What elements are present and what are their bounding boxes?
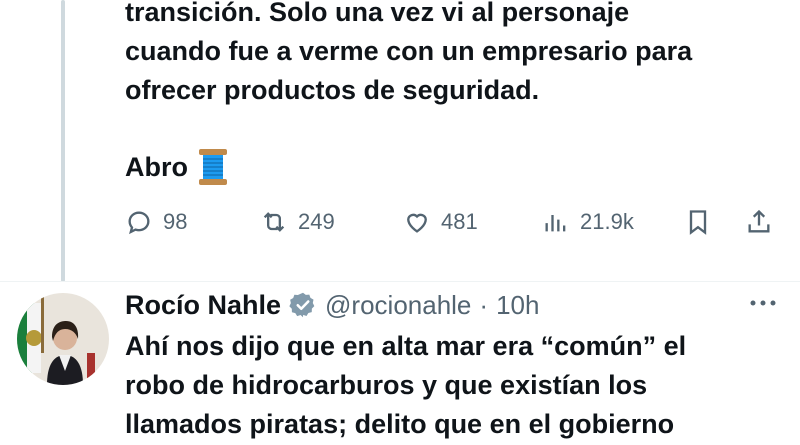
bookmark-icon <box>689 210 707 235</box>
repost-button[interactable]: 249 <box>260 200 335 244</box>
verified-badge-icon <box>289 292 315 318</box>
tweet-text-line: ofrecer productos de seguridad. <box>125 75 540 105</box>
more-options-button[interactable] <box>746 288 780 318</box>
bookmark-button[interactable] <box>684 200 712 244</box>
repost-count: 249 <box>298 209 335 234</box>
author-name[interactable]: Rocío Nahle <box>125 290 281 321</box>
tweet-actions-bar: 98 249 481 21.9k <box>125 200 780 244</box>
reply-count: 98 <box>163 209 188 234</box>
tweet-timestamp[interactable]: 10h <box>496 290 539 321</box>
views-chart-icon <box>545 215 566 232</box>
abro-line: Abro <box>125 147 228 187</box>
share-icon <box>748 209 770 233</box>
avatar[interactable] <box>17 293 109 385</box>
author-handle[interactable]: @rocionahle <box>325 290 471 321</box>
tweet-text-line: cuando fue a verme con un empresario par… <box>125 36 693 66</box>
header-separator: · <box>479 289 489 320</box>
more-dots-icon <box>750 300 776 306</box>
thread-connector-line <box>61 0 65 282</box>
tweet-text: Ahí nos dijo que en alta mar era “común”… <box>125 327 686 444</box>
tweet-text-line: llamados piratas; delito que en el gobie… <box>125 409 675 439</box>
tweet-text-line: transición. Solo una vez vi al personaje <box>125 0 630 27</box>
tweet-divider <box>0 281 800 282</box>
tweet-text-line: robo de hidrocarburos y que existían los <box>125 370 648 400</box>
share-button[interactable] <box>745 200 773 244</box>
like-count: 481 <box>441 209 478 234</box>
abro-text: Abro <box>125 152 188 182</box>
reply-icon <box>128 211 150 235</box>
heart-icon <box>407 213 427 233</box>
thread-spool-icon <box>199 149 227 185</box>
reply-button[interactable]: 98 <box>125 200 187 244</box>
tweet-header: Rocío Nahle @rocionahle · 10h <box>125 285 539 325</box>
repost-icon <box>263 212 285 232</box>
avatar-photo <box>17 293 109 385</box>
views-count: 21.9k <box>580 209 634 234</box>
like-button[interactable]: 481 <box>403 200 478 244</box>
views-button[interactable]: 21.9k <box>542 200 634 244</box>
tweet-text-line: Ahí nos dijo que en alta mar era “común”… <box>125 331 687 361</box>
tweet-text: transición. Solo una vez vi al personaje… <box>125 0 692 110</box>
